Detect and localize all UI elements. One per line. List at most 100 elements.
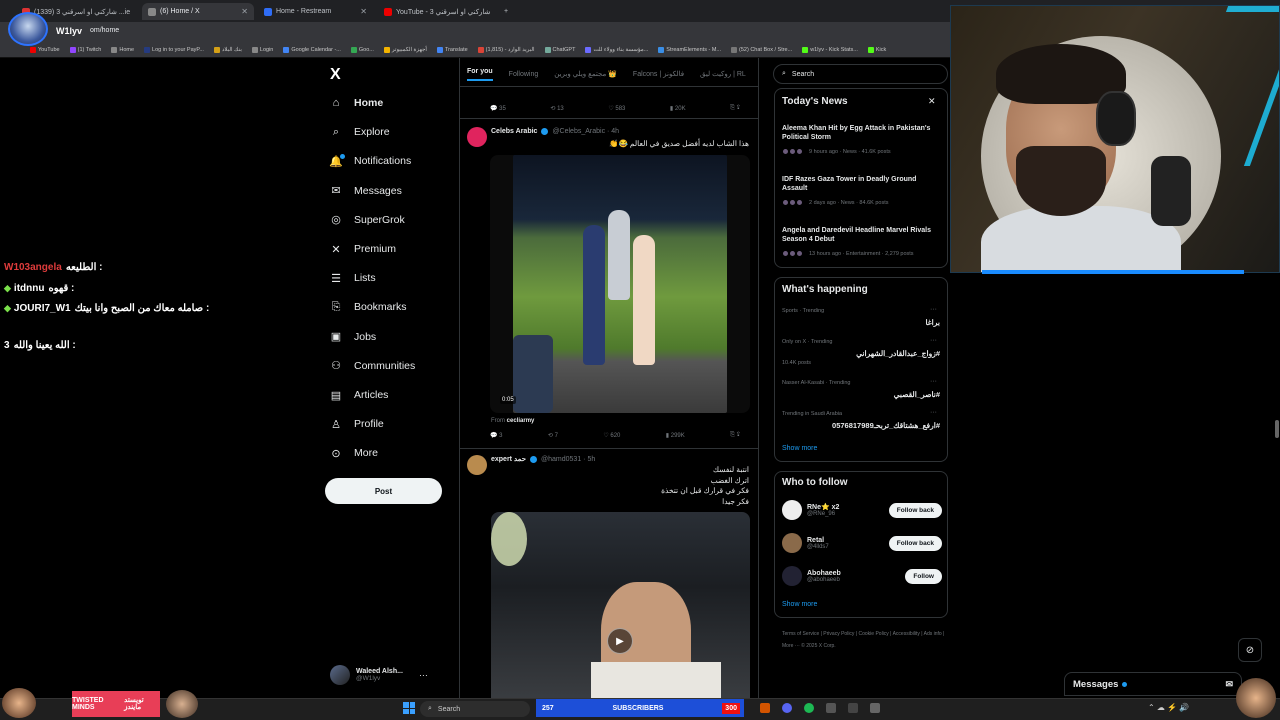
scrollbar[interactable]	[1275, 420, 1279, 438]
trend-name[interactable]: #ناصر_القصبي	[894, 390, 940, 399]
nav-item-more[interactable]: ⊙ More	[330, 447, 378, 460]
more-dots-icon[interactable]: ···	[930, 337, 937, 344]
more-dots-icon[interactable]: ···	[419, 670, 428, 680]
article-icon: ▤	[330, 389, 342, 402]
tab-restream[interactable]: Home - Restream ✕	[258, 3, 373, 20]
app-icon[interactable]	[826, 703, 836, 713]
discord-icon[interactable]	[782, 703, 792, 713]
search-input[interactable]: ⌕ Search	[773, 64, 948, 84]
nav-item-messages[interactable]: ✉ Messages	[330, 185, 401, 198]
news-headline[interactable]: IDF Razes Gaza Tower in Deadly Ground As…	[782, 175, 932, 193]
bookmark-item[interactable]: مؤسسة بناء وولاء للت...	[585, 46, 648, 53]
windows-start-icon[interactable]	[403, 702, 415, 714]
avatar[interactable]	[467, 455, 487, 475]
bookmark-item[interactable]: Home	[111, 46, 134, 53]
x-logo-icon[interactable]: X	[330, 66, 341, 84]
nav-item-supergrok[interactable]: ◎ SuperGrok	[330, 214, 405, 227]
tweet-video[interactable]	[491, 512, 750, 700]
reply-button[interactable]: 💬 3	[490, 432, 502, 439]
spotify-icon[interactable]	[804, 703, 814, 713]
follow-suggestion[interactable]: RNe⭐ x2 @RNe_96 Follow back	[782, 498, 942, 522]
nav-item-lists[interactable]: ☰ Lists	[330, 272, 376, 285]
close-icon[interactable]: ✕	[928, 96, 936, 107]
nav-item-articles[interactable]: ▤ Articles	[330, 389, 389, 402]
bookmark-item[interactable]: Google Calendar -...	[283, 46, 341, 53]
bookmark-item[interactable]: Translate	[436, 46, 468, 53]
like-button[interactable]: ♡ 620	[603, 432, 620, 439]
tab-x-home[interactable]: (6) Home / X ✕	[142, 3, 254, 20]
nav-item-bookmarks[interactable]: ⎘ Bookmarks	[330, 301, 407, 314]
close-tab-icon[interactable]: ✕	[360, 7, 367, 16]
show-more-link[interactable]: Show more	[782, 601, 817, 608]
bookmark-item[interactable]: (1) Twitch	[69, 46, 101, 53]
nav-item-premium[interactable]: ✕ Premium	[330, 243, 396, 256]
address-bar[interactable]	[0, 22, 950, 42]
follow-suggestion[interactable]: Abohaeeb @abohaeeb Follow	[782, 564, 942, 588]
nav-item-explore[interactable]: ⌕ Explore	[330, 126, 390, 139]
bookmark-item[interactable]: البريد الوارد - (1,815)	[477, 46, 535, 53]
nav-item-profile[interactable]: ♙ Profile	[330, 418, 384, 431]
new-message-icon[interactable]: ✉	[1225, 679, 1233, 690]
trend-name[interactable]: #زواج_عبدالقادر_الشهراني	[856, 349, 940, 358]
system-tray[interactable]: ⌃ ☁ ⚡ 🔊	[1148, 703, 1189, 712]
repost-button[interactable]: ⟲ 7	[548, 432, 558, 439]
tab-community[interactable]: مجتمع ويلي وبرين 👑	[554, 70, 617, 78]
more-dots-icon[interactable]: ···	[930, 409, 937, 416]
tweet-author-name[interactable]: Celebs Arabic	[491, 128, 537, 135]
bookmark-item[interactable]: ChatGPT	[544, 46, 575, 53]
show-more-link[interactable]: Show more	[782, 445, 817, 452]
app-icon[interactable]	[870, 703, 880, 713]
repost-button[interactable]: ⟲ 13	[550, 105, 563, 112]
follow-button[interactable]: Follow	[905, 568, 942, 584]
tab-falcons[interactable]: Falcons | فالكونز	[633, 70, 684, 78]
bookmark-item[interactable]: Kick	[867, 46, 886, 53]
bookmark-icon[interactable]: ⎘ ⇪	[730, 105, 740, 112]
app-icon[interactable]	[760, 703, 770, 713]
footer-links[interactable]: Terms of Service | Privacy Policy | Cook…	[782, 628, 947, 652]
avatar[interactable]	[782, 533, 802, 553]
nav-item-jobs[interactable]: ▣ Jobs	[330, 331, 376, 344]
more-dots-icon[interactable]: ···	[930, 378, 937, 385]
more-dots-icon[interactable]: ···	[930, 306, 937, 313]
follow-suggestion[interactable]: Retal @4llds7 Follow back	[782, 531, 942, 555]
account-switcher[interactable]: Waleed Alsh... @W1lyv ···	[330, 660, 460, 690]
news-headline[interactable]: Aleema Khan Hit by Egg Attack in Pakista…	[782, 124, 932, 142]
follow-button[interactable]: Follow back	[888, 502, 942, 518]
nav-item-communities[interactable]: ⚇ Communities	[330, 360, 415, 373]
taskbar-search[interactable]: ⌕ Search	[420, 701, 530, 717]
avatar[interactable]	[782, 500, 802, 520]
new-tab-button[interactable]: +	[498, 3, 512, 20]
bookmark-item[interactable]: بنك البلاد	[213, 46, 242, 53]
tweet-author-name[interactable]: expert حمد	[491, 455, 526, 463]
bookmark-item[interactable]: w1lyv - Kick Stats...	[802, 46, 858, 53]
bookmark-item[interactable]: (52) Chat Box / Stre...	[731, 46, 792, 53]
avatar[interactable]	[467, 127, 487, 147]
tab-rocket-league[interactable]: روكيت ليق | RL	[700, 70, 746, 78]
nav-item-home[interactable]: ⌂ Home	[330, 97, 384, 109]
app-icon[interactable]	[848, 703, 858, 713]
trend-name[interactable]: #ارفع_هشتاقك_تربحـ0576817989	[832, 421, 940, 430]
reply-button[interactable]: 💬 35	[490, 105, 506, 112]
messages-drawer[interactable]: Messages ✉	[1064, 672, 1242, 696]
news-headline[interactable]: Angela and Daredevil Headline Marvel Riv…	[782, 226, 932, 244]
bookmark-item[interactable]: StreamElements - M...	[658, 46, 721, 53]
tab-youtube[interactable]: YouTube - شاركني او اسرقني 3✕	[378, 3, 494, 20]
grok-icon[interactable]: ⊘	[1238, 638, 1262, 662]
bookmark-item[interactable]: Goo...	[350, 46, 374, 53]
tab-for-you[interactable]: For you	[467, 68, 493, 81]
avatar	[782, 199, 789, 206]
close-tab-icon[interactable]: ✕	[241, 7, 248, 16]
bookmark-item[interactable]: YouTube	[30, 46, 60, 53]
bookmark-item[interactable]: أجهزة الكمبيوتر	[383, 46, 427, 53]
bookmark-item[interactable]: Log in to your PayP...	[144, 46, 204, 53]
bookmark-item[interactable]: Login	[251, 46, 273, 53]
bookmark-icon[interactable]: ⎘ ⇪	[730, 432, 740, 439]
trend-name[interactable]: براغا	[925, 318, 940, 327]
tweet-video[interactable]	[513, 155, 727, 413]
follow-button[interactable]: Follow back	[888, 535, 942, 551]
like-button[interactable]: ♡ 583	[608, 105, 625, 112]
avatar[interactable]	[782, 566, 802, 586]
tab-following[interactable]: Following	[509, 71, 539, 78]
play-icon[interactable]: ▶	[607, 628, 633, 654]
post-button[interactable]: Post	[325, 478, 442, 504]
